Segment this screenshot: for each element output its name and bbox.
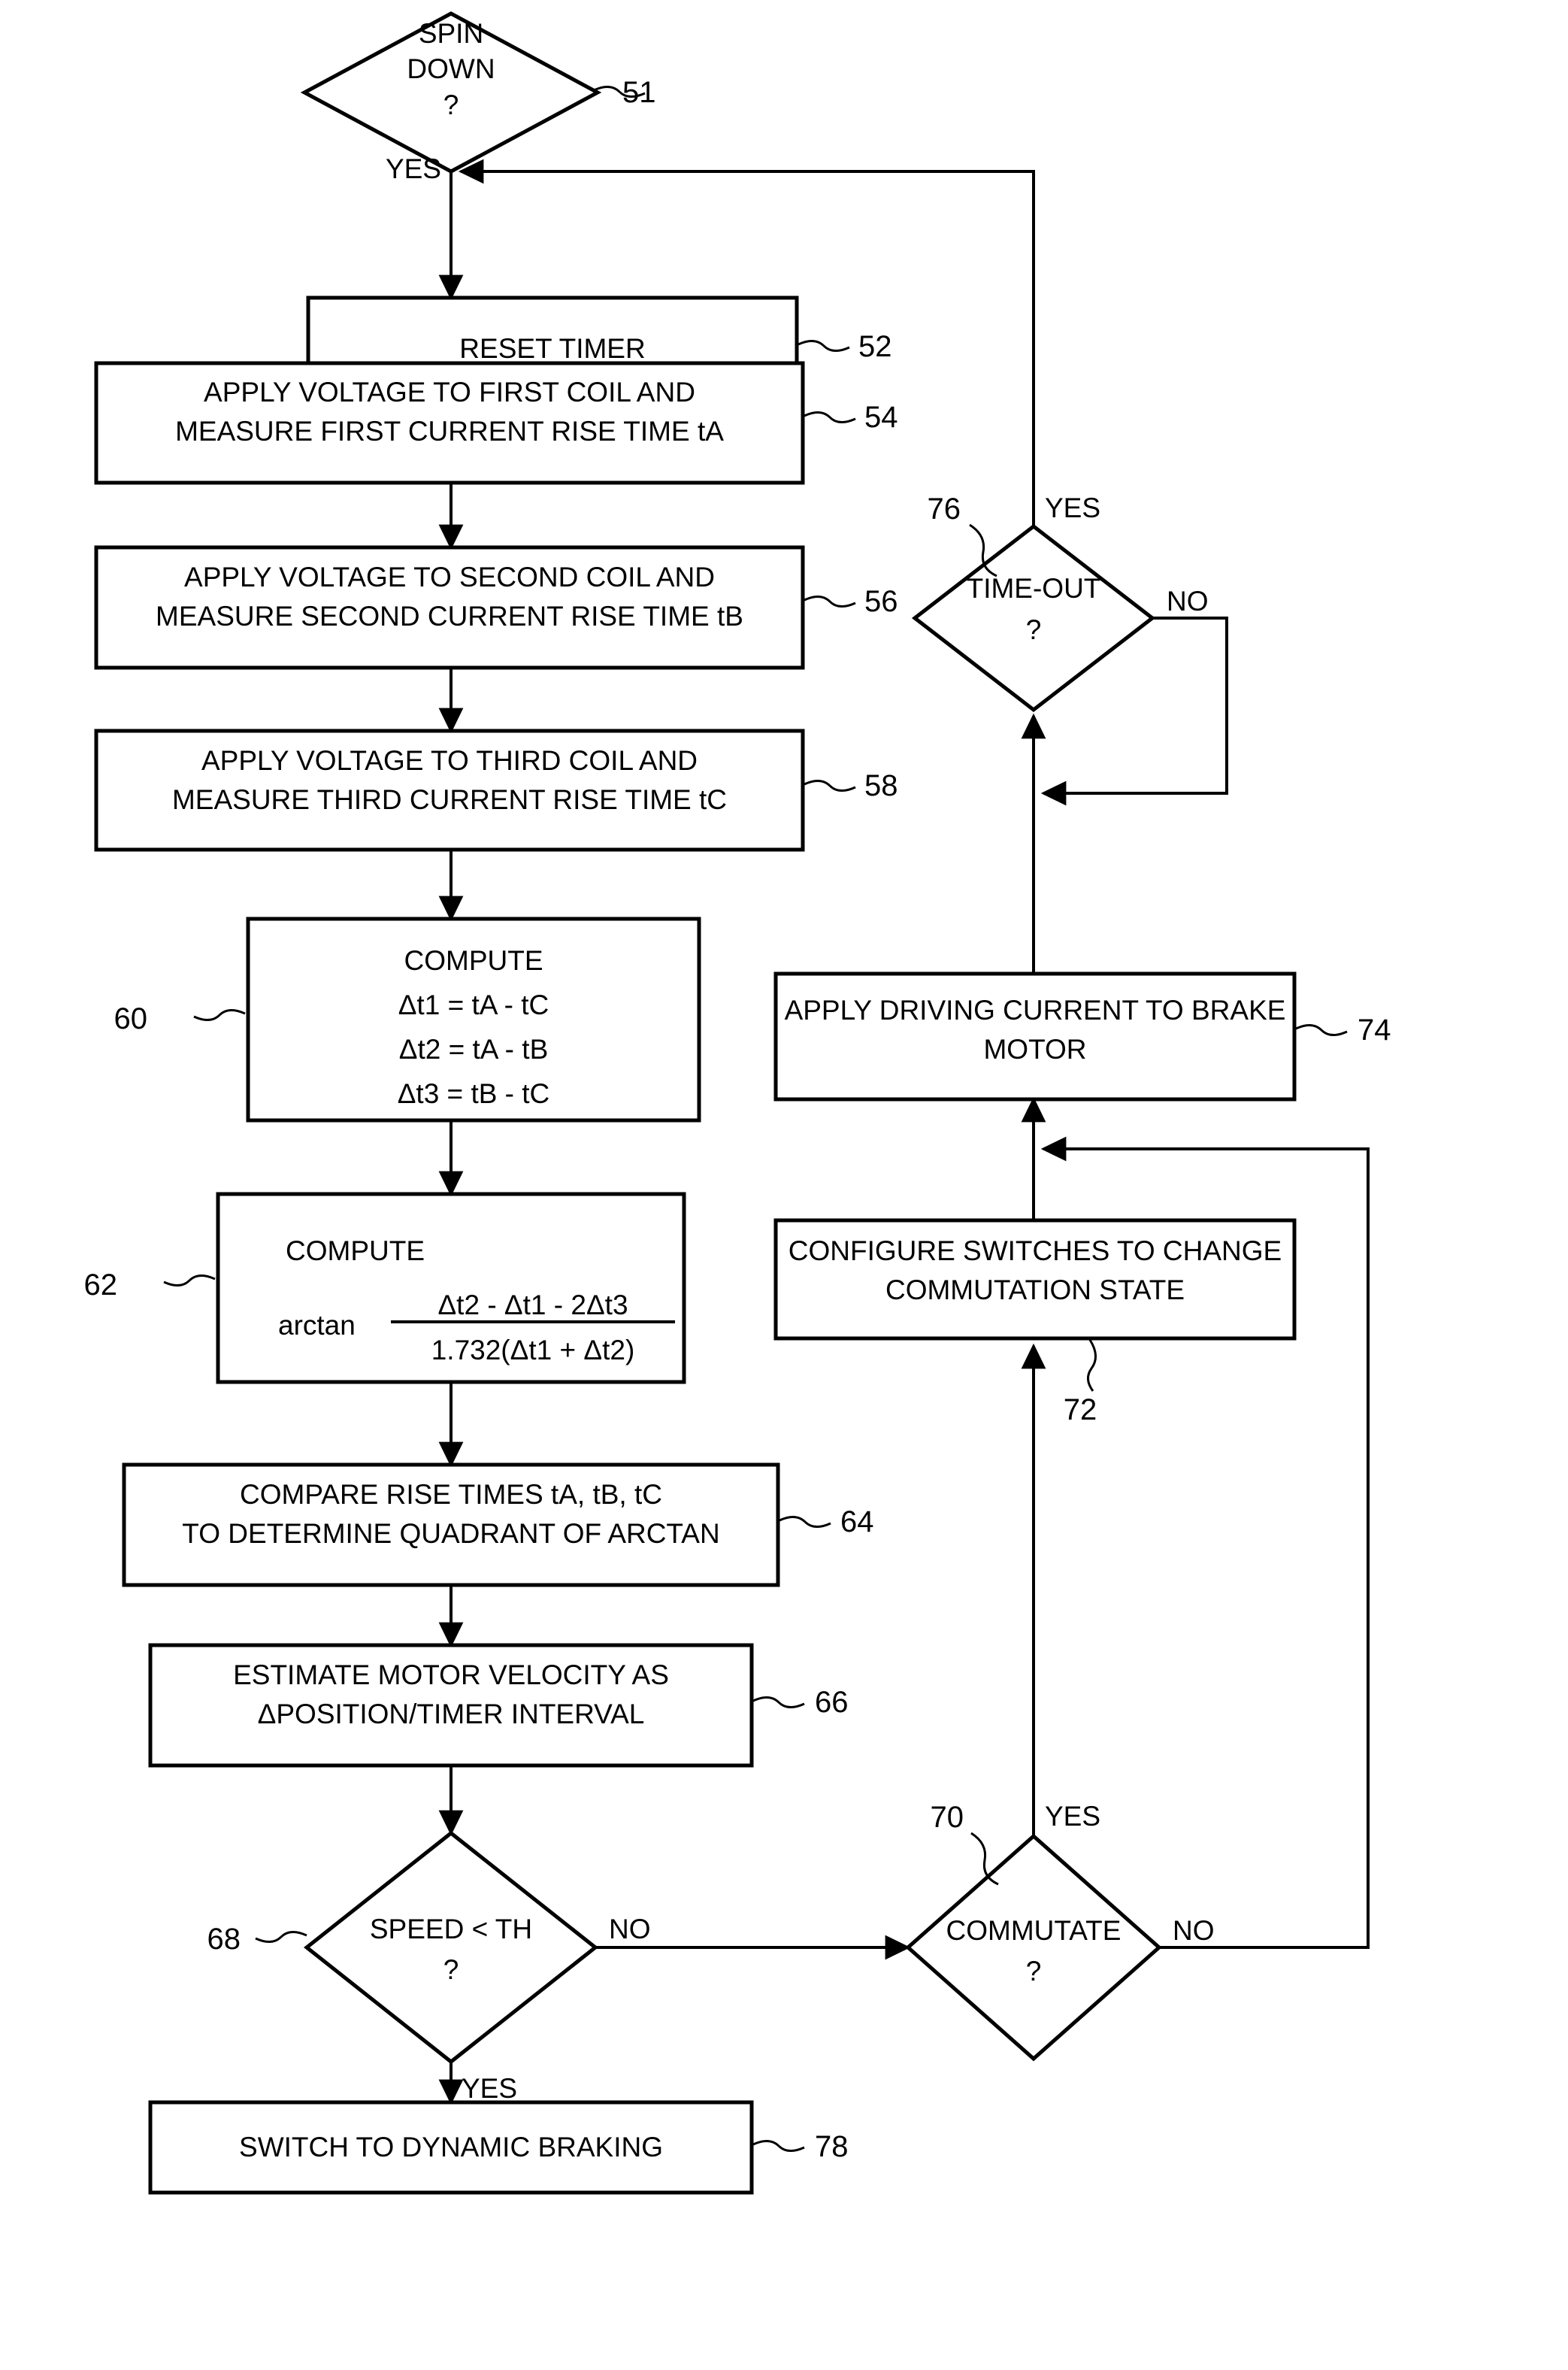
leader-54 bbox=[804, 411, 856, 423]
ref-54: 54 bbox=[864, 401, 898, 434]
flowchart-sheet: SPIN DOWN ? 51 YES RESET TIMER 52 APPLY … bbox=[0, 0, 1568, 2370]
process-compute-deltas-line4: Δt3 = tB - tC bbox=[398, 1078, 550, 1109]
leader-72 bbox=[1087, 1339, 1097, 1392]
leader-62 bbox=[163, 1274, 216, 1287]
ref-56: 56 bbox=[864, 585, 898, 618]
process-reset-timer-line1: RESET TIMER bbox=[459, 333, 645, 364]
process-first-coil-line1: APPLY VOLTAGE TO FIRST COIL AND bbox=[204, 377, 695, 408]
label-speed-yes: YES bbox=[462, 2073, 517, 2104]
ref-76: 76 bbox=[928, 492, 961, 526]
label-timeout-no: NO bbox=[1167, 586, 1209, 617]
process-compute-deltas-line3: Δt2 = tA - tB bbox=[399, 1034, 549, 1065]
process-third-coil-line2: MEASURE THIRD CURRENT RISE TIME tC bbox=[172, 784, 727, 815]
process-estimate-velocity-line1: ESTIMATE MOTOR VELOCITY AS bbox=[233, 1659, 669, 1690]
decision-commutate-line2: ? bbox=[1026, 1956, 1042, 1987]
process-compute-arctan-operator: arctan bbox=[278, 1310, 356, 1341]
decision-spin-down-line1: SPIN bbox=[419, 18, 483, 49]
label-commutate-yes: YES bbox=[1045, 1801, 1100, 1832]
leader-78 bbox=[752, 2140, 805, 2152]
ref-78: 78 bbox=[815, 2130, 849, 2163]
decision-speed-threshold[interactable] bbox=[303, 1830, 599, 2065]
label-commutate-no: NO bbox=[1173, 1915, 1215, 1946]
decision-spin-down-line2: DOWN bbox=[407, 53, 495, 84]
process-compute-arctan-denominator: 1.732(Δt1 + Δt2) bbox=[431, 1335, 635, 1365]
ref-66: 66 bbox=[815, 1686, 849, 1719]
ref-51: 51 bbox=[622, 76, 656, 109]
leader-64 bbox=[779, 1516, 831, 1528]
label-spin-down-yes: YES bbox=[386, 153, 441, 184]
label-speed-no: NO bbox=[609, 1914, 651, 1944]
process-apply-driving-current-line2: MOTOR bbox=[983, 1034, 1086, 1065]
process-configure-switches-line1: CONFIGURE SWITCHES TO CHANGE bbox=[789, 1235, 1282, 1266]
ref-60: 60 bbox=[114, 1002, 148, 1035]
decision-speed-threshold-line1: SPEED < TH bbox=[370, 1914, 532, 1944]
process-compare-rise-times-line1: COMPARE RISE TIMES tA, tB, tC bbox=[240, 1479, 662, 1510]
process-second-coil-line1: APPLY VOLTAGE TO SECOND COIL AND bbox=[184, 562, 715, 592]
ref-52: 52 bbox=[858, 330, 892, 363]
label-timeout-yes: YES bbox=[1045, 492, 1100, 523]
process-configure-switches-line2: COMMUTATION STATE bbox=[885, 1274, 1185, 1305]
ref-62: 62 bbox=[84, 1268, 118, 1302]
leader-74 bbox=[1295, 1024, 1348, 1036]
process-apply-driving-current-line1: APPLY DRIVING CURRENT TO BRAKE bbox=[785, 995, 1286, 1026]
leader-52 bbox=[798, 340, 850, 352]
leader-58 bbox=[804, 780, 856, 792]
decision-time-out-line2: ? bbox=[1026, 614, 1042, 645]
process-switch-dynamic-braking-line1: SWITCH TO DYNAMIC BRAKING bbox=[239, 2132, 663, 2162]
process-compute-deltas-line1: COMPUTE bbox=[404, 945, 543, 976]
ref-58: 58 bbox=[864, 769, 898, 802]
ref-64: 64 bbox=[840, 1505, 874, 1538]
decision-commutate-line1: COMMUTATE bbox=[946, 1915, 1122, 1946]
process-second-coil-line2: MEASURE SECOND CURRENT RISE TIME tB bbox=[156, 601, 743, 632]
leader-66 bbox=[752, 1696, 805, 1708]
ref-68: 68 bbox=[207, 1923, 241, 1956]
ref-74: 74 bbox=[1358, 1014, 1391, 1047]
process-compute-arctan-line1: COMPUTE bbox=[286, 1235, 425, 1266]
process-estimate-velocity-line2: ΔPOSITION/TIMER INTERVAL bbox=[258, 1699, 645, 1729]
leader-56 bbox=[804, 596, 856, 608]
decision-spin-down-line3: ? bbox=[443, 89, 459, 120]
process-compute-deltas-line2: Δt1 = tA - tC bbox=[398, 990, 549, 1020]
leader-60 bbox=[193, 1009, 246, 1021]
leader-68 bbox=[255, 1931, 307, 1943]
decision-commutate[interactable] bbox=[905, 1833, 1162, 2062]
process-compare-rise-times-line2: TO DETERMINE QUADRANT OF ARCTAN bbox=[182, 1518, 719, 1549]
decision-time-out-line1: TIME-OUT bbox=[967, 573, 1101, 604]
process-compute-arctan-numerator: Δt2 - Δt1 - 2Δt3 bbox=[437, 1290, 628, 1320]
ref-72: 72 bbox=[1064, 1393, 1097, 1426]
process-third-coil-line1: APPLY VOLTAGE TO THIRD COIL AND bbox=[201, 745, 698, 776]
process-first-coil-line2: MEASURE FIRST CURRENT RISE TIME tA bbox=[175, 416, 724, 447]
ref-70: 70 bbox=[931, 1801, 964, 1834]
decision-speed-threshold-line2: ? bbox=[443, 1954, 459, 1985]
